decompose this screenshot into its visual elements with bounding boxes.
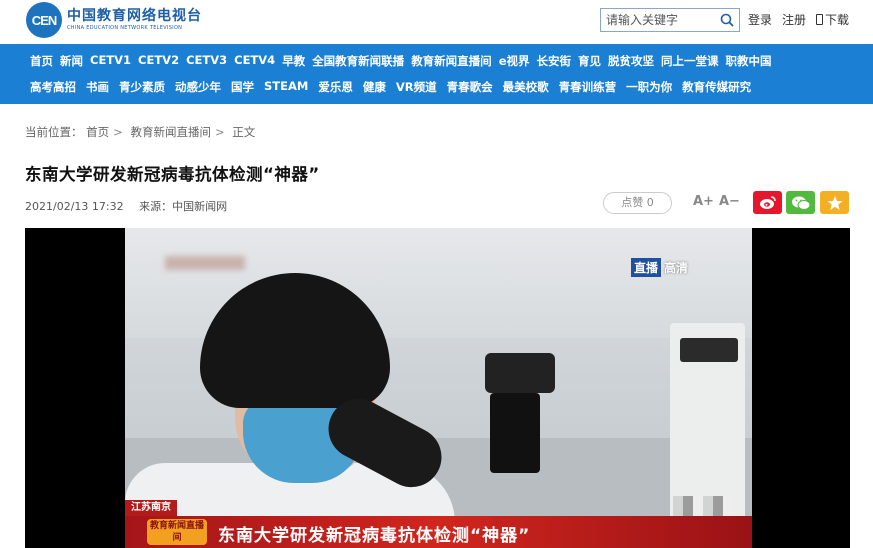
nav-item[interactable]: CETV3 xyxy=(186,53,227,69)
microscope-head xyxy=(485,353,555,393)
nav-item[interactable]: CETV4 xyxy=(234,53,275,69)
nav-item[interactable]: 同上一堂课 xyxy=(661,53,719,69)
program-badge: 教育新闻直播间 xyxy=(147,519,207,545)
wechat-share-button[interactable] xyxy=(786,191,815,214)
caption-bar: 教育新闻直播间 东南大学研发新冠病毒抗体检测“神器” xyxy=(125,516,752,548)
breadcrumb-current: 正文 xyxy=(232,125,256,139)
favorite-button[interactable] xyxy=(820,191,849,214)
nav-item[interactable]: 育见 xyxy=(578,53,601,69)
nav-item[interactable]: VR频道 xyxy=(396,79,437,95)
search-box xyxy=(600,8,740,32)
font-decrease-button[interactable]: A− xyxy=(719,194,740,209)
breadcrumb-home[interactable]: 首页 xyxy=(86,125,109,139)
nav-item[interactable]: 健康 xyxy=(363,79,386,95)
nav-item[interactable]: 首页 xyxy=(30,53,53,69)
nav-row-1: 首页 新闻 CETV1 CETV2 CETV3 CETV4 早教 全国教育新闻联播 教育新闻直播… xyxy=(30,53,772,69)
font-increase-button[interactable]: A+ xyxy=(693,194,714,209)
blurred-watermark xyxy=(165,256,245,270)
article-meta: 2021/02/13 17:32 来源：中国新闻网 xyxy=(25,198,227,214)
nav-item[interactable]: 教育传媒研究 xyxy=(682,79,751,95)
like-button[interactable]: 点赞 0 xyxy=(603,192,672,214)
source-name: 中国新闻网 xyxy=(172,200,228,213)
nav-row-2: 高考高招 书画 青少素质 动感少年 国学 STEAM 爱乐恩 健康 VR频道 青春歌会 最美校歌 青春… xyxy=(30,79,751,95)
breadcrumb-section[interactable]: 教育新闻直播间 xyxy=(130,125,211,139)
nav-item[interactable]: 新闻 xyxy=(60,53,83,69)
nav-item[interactable]: CETV2 xyxy=(138,53,179,69)
register-link[interactable]: 注册 xyxy=(782,11,806,28)
nav-item[interactable]: STEAM xyxy=(264,79,308,95)
nav-item[interactable]: 职教中国 xyxy=(726,53,772,69)
phone-icon xyxy=(816,14,824,25)
breadcrumb: 当前位置： 首页 > 教育新闻直播间 > 正文 xyxy=(25,125,256,139)
download-link[interactable]: 下载 xyxy=(816,11,849,28)
account-links: 登录 注册 下载 xyxy=(748,11,849,28)
logo-english-name: CHINA EDUCATION NETWORK TELEVISION xyxy=(67,25,183,31)
search-input[interactable] xyxy=(601,9,713,31)
video-player[interactable]: 直播 高清 江苏南京 教育新闻直播间 东南大学研发新冠病毒抗体检测“神器” xyxy=(25,228,850,548)
breadcrumb-prefix: 当前位置： xyxy=(25,125,83,139)
nav-item[interactable]: 青春歌会 xyxy=(447,79,493,95)
nav-item[interactable]: 高考高招 xyxy=(30,79,76,95)
live-label: 直播 xyxy=(631,258,662,277)
nav-item[interactable]: 教育新闻直播间 xyxy=(411,53,492,69)
live-hd-tag: 直播 高清 xyxy=(631,258,691,277)
main-nav: 首页 新闻 CETV1 CETV2 CETV3 CETV4 早教 全国教育新闻联播 教育新闻直播… xyxy=(0,44,873,104)
publish-date: 2021/02/13 17:32 xyxy=(25,200,124,213)
nav-item[interactable]: e视界 xyxy=(499,53,530,69)
nav-item[interactable]: 一职为你 xyxy=(626,79,672,95)
wechat-icon xyxy=(791,196,810,210)
nav-item[interactable]: 青少素质 xyxy=(119,79,165,95)
nav-item[interactable]: 书画 xyxy=(86,79,109,95)
nav-item[interactable]: CETV1 xyxy=(90,53,131,69)
nav-item[interactable]: 早教 xyxy=(282,53,305,69)
star-icon xyxy=(827,195,842,210)
logo-mark: CEN xyxy=(26,2,62,38)
logo-chinese-name: 中国教育网络电视台 xyxy=(67,8,202,24)
weibo-icon xyxy=(759,196,776,209)
caption-text: 东南大学研发新冠病毒抗体检测“神器” xyxy=(218,526,531,546)
nav-item[interactable]: 最美校歌 xyxy=(503,79,549,95)
nav-item[interactable]: 国学 xyxy=(231,79,254,95)
hd-label: 高清 xyxy=(664,261,689,275)
search-icon[interactable] xyxy=(720,13,734,27)
source-label: 来源： xyxy=(139,200,173,213)
weibo-share-button[interactable] xyxy=(753,191,782,214)
site-logo[interactable]: CEN 中国教育网络电视台 CHINA EDUCATION NETWORK TE… xyxy=(26,2,202,38)
nav-item[interactable]: 动感少年 xyxy=(175,79,221,95)
nav-item[interactable]: 爱乐恩 xyxy=(318,79,353,95)
article-title: 东南大学研发新冠病毒抗体检测“神器” xyxy=(25,165,320,184)
nav-item[interactable]: 全国教育新闻联播 xyxy=(312,53,404,69)
location-tag: 江苏南京 xyxy=(125,500,177,516)
video-frame: 直播 高清 江苏南京 教育新闻直播间 东南大学研发新冠病毒抗体检测“神器” xyxy=(125,228,752,548)
top-header: CEN 中国教育网络电视台 CHINA EDUCATION NETWORK TE… xyxy=(0,0,873,44)
login-link[interactable]: 登录 xyxy=(748,11,772,28)
nav-item[interactable]: 长安街 xyxy=(537,53,572,69)
nav-item[interactable]: 脱贫攻坚 xyxy=(608,53,654,69)
nav-item[interactable]: 青春训练营 xyxy=(559,79,617,95)
